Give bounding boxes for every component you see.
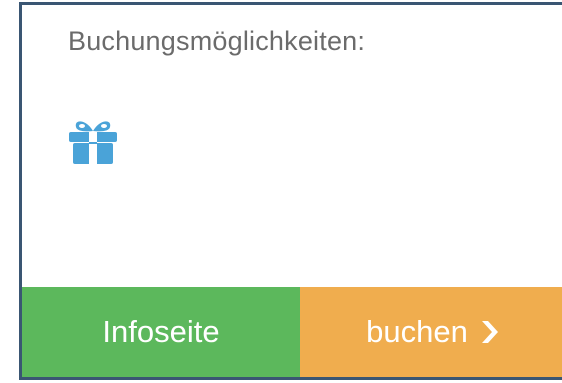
card-border-bottom bbox=[19, 377, 562, 380]
gift-icon bbox=[66, 117, 120, 165]
book-button[interactable]: buchen bbox=[300, 287, 562, 377]
info-page-button-label: Infoseite bbox=[102, 314, 220, 349]
booking-options-heading: Buchungsmöglichkeiten: bbox=[68, 26, 366, 56]
card-border-top bbox=[19, 2, 562, 5]
info-page-button[interactable]: Infoseite bbox=[22, 287, 300, 377]
chevron-right-icon bbox=[478, 318, 502, 346]
book-button-label: buchen bbox=[366, 314, 468, 349]
booking-card: Buchungsmöglichkeiten: Infoseite buchen bbox=[0, 0, 562, 383]
